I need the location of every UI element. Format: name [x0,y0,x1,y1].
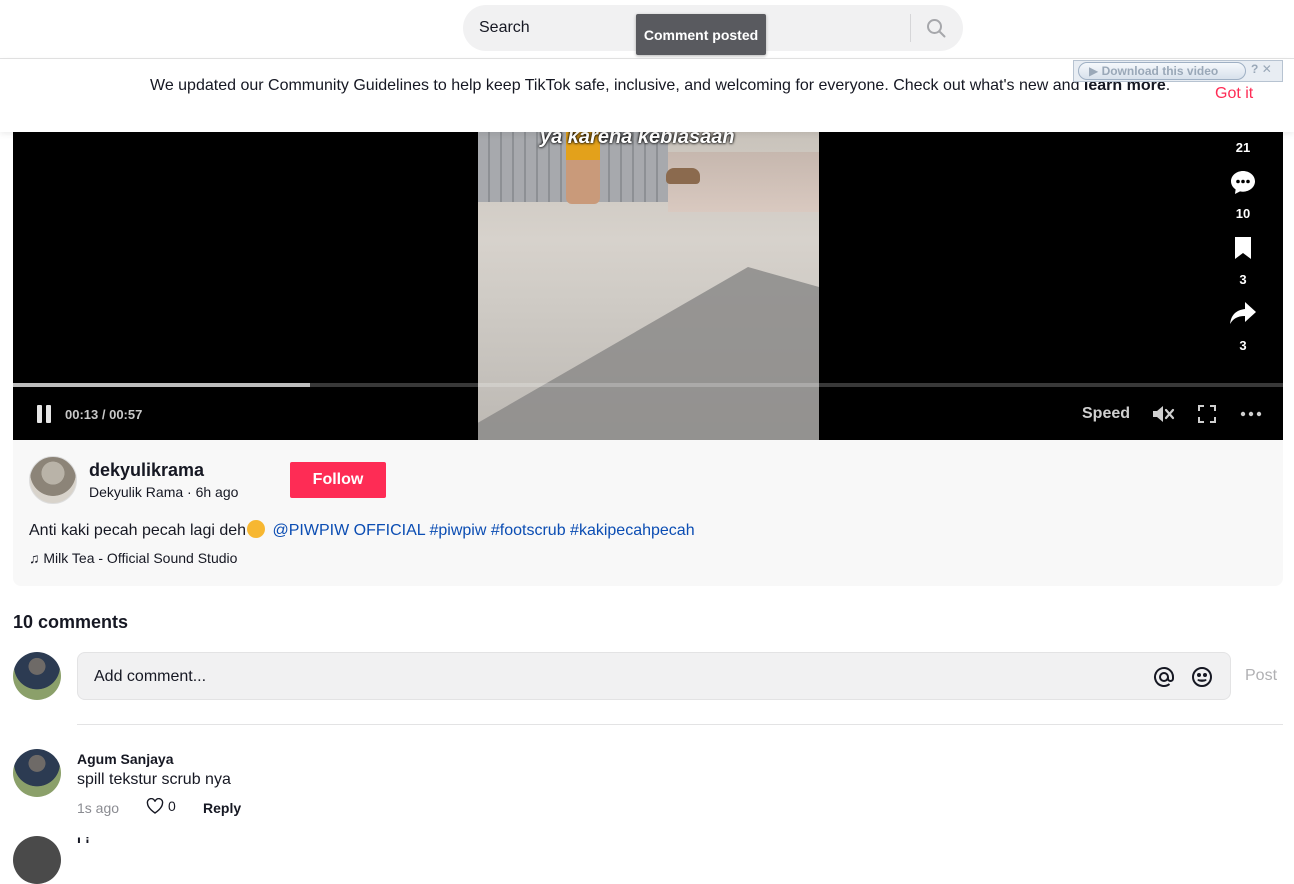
comment-posted-toast: Comment posted [636,14,766,55]
music-link[interactable]: ♫ Milk Tea - Official Sound Studio [29,550,237,566]
author-separator: · [183,484,196,500]
speed-button[interactable]: Speed [1082,405,1130,423]
mention-link[interactable]: @PIWPIW OFFICIAL [273,522,426,539]
got-it-button[interactable]: Got it [1215,85,1253,103]
comment-input[interactable]: Add comment... [77,652,1231,700]
download-video-button[interactable]: ▶ Download this video [1078,62,1246,80]
save-count: 3 [1239,272,1247,287]
video-info-card: dekyulikrama Dekyulik Rama · 6h ago Foll… [13,440,1283,586]
video-time: 00:13 / 00:57 [65,407,143,422]
guidelines-banner: We updated our Community Guidelines to h… [0,59,1294,132]
download-video-label: Download this video [1101,64,1219,78]
banner-text: We updated our Community Guidelines to h… [150,77,1084,94]
banner-message: We updated our Community Guidelines to h… [150,75,1190,97]
comments-count: 10 comments [13,612,129,632]
music-title: Milk Tea - Official Sound Studio [43,550,238,566]
search-input[interactable]: Search [479,19,530,37]
search-icon[interactable] [919,12,953,44]
hashtag-link[interactable]: #kakipecahpecah [570,522,695,539]
comments-divider [77,724,1283,725]
commenter-avatar[interactable] [13,836,61,884]
video-description: Anti kaki pecah pecah lagi deh @PIWPIW O… [29,520,695,540]
comment-like-count: 0 [168,798,176,814]
search-divider [910,14,911,42]
follow-button[interactable]: Follow [290,462,386,498]
comment-author[interactable]: Agum Sanjaya [77,751,173,767]
video-caption: ya karena kebiasaan [540,132,735,148]
hashtag-link[interactable]: #piwpiw [430,522,487,539]
commenter-avatar[interactable] [13,749,61,797]
download-extension-bar: ▶ Download this video ? ✕ [1073,60,1283,82]
music-note-icon: ♫ [29,550,40,566]
author-display-name: Dekyulik Rama [89,484,184,500]
description-text: Anti kaki pecah pecah lagi deh [29,522,247,539]
hashtag-link[interactable]: #footscrub [491,522,566,539]
more-options-icon[interactable] [1239,402,1263,426]
download-extension-icons: ? ✕ [1251,62,1272,76]
comment-time: 1s ago [77,800,120,816]
author-username[interactable]: dekyulikrama [89,460,204,481]
video-scene-dog [666,168,700,184]
pause-icon[interactable] [35,405,53,423]
comment-text: spill tekstur scrub nya [77,771,231,788]
comment-author[interactable]: Li [77,834,97,843]
mute-icon[interactable] [1151,402,1175,426]
post-time: 6h ago [195,484,239,500]
video-progress-fill [13,383,311,387]
top-header: Search Comment posted [0,0,1294,59]
post-button[interactable]: Post [1245,667,1277,685]
comment-icon[interactable] [1225,168,1261,201]
comment-like-button[interactable]: 0 [146,798,176,814]
share-icon[interactable] [1225,300,1261,331]
bookmark-icon[interactable] [1225,235,1261,266]
mention-icon[interactable] [1152,665,1176,689]
help-icon[interactable]: ? [1251,62,1258,76]
video-progress-bar[interactable] [13,383,1283,387]
current-user-avatar [13,652,61,700]
share-count: 3 [1239,338,1247,353]
emoji-icon[interactable] [1190,665,1214,689]
comment-input-placeholder: Add comment... [94,668,207,685]
video-scene-shadow [478,267,819,440]
video-player[interactable]: ya karena kebiasaan 00:13 / 00:57 Speed … [13,132,1283,440]
like-count: 21 [1235,140,1251,155]
smiling-face-with-hearts-icon [247,520,266,538]
author-avatar[interactable] [29,456,77,504]
reply-button[interactable]: Reply [203,800,241,816]
close-icon[interactable]: ✕ [1262,62,1272,76]
comment-count: 10 [1235,206,1251,221]
fullscreen-icon[interactable] [1195,402,1219,426]
author-subtitle: Dekyulik Rama · 6h ago [89,484,238,500]
video-frame[interactable]: ya karena kebiasaan [478,132,819,440]
heart-icon [146,798,164,814]
